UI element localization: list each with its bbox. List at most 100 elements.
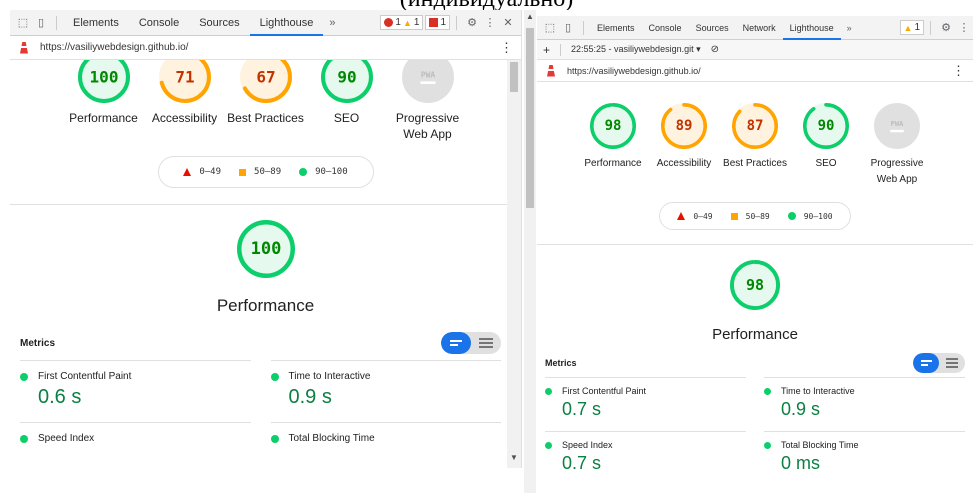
error-icon xyxy=(384,18,394,27)
compact-view-button[interactable] xyxy=(441,332,471,354)
score-gauge[interactable]: 100 xyxy=(236,219,296,279)
performance-gauge: 100 xyxy=(236,219,296,284)
score-gauge[interactable]: 71 xyxy=(158,60,212,104)
scroll-down-arrow-icon[interactable]: ▼ xyxy=(510,453,518,462)
issues-badge[interactable]: 1 xyxy=(425,15,450,30)
report-menu-icon[interactable]: ⋮ xyxy=(952,63,965,79)
toolbar-divider xyxy=(56,15,57,30)
report-scrollbar[interactable]: ▼ xyxy=(507,60,521,468)
tab-sources[interactable]: Sources xyxy=(689,16,736,40)
category-label: SEO xyxy=(815,158,837,169)
metric-total-blocking-time: Total Blocking Time 0 ms xyxy=(764,431,965,485)
console-counts-badge[interactable]: 1 ▲ 1 xyxy=(380,15,424,30)
gauge-score: 100 xyxy=(89,68,118,87)
expanded-view-button[interactable] xyxy=(471,332,501,354)
metric-speed-index: Speed Index 0.7 s xyxy=(545,431,746,485)
kebab-menu-icon[interactable]: ⋮ xyxy=(955,19,973,37)
pass-dot-icon xyxy=(20,372,28,381)
toolbar-divider xyxy=(560,43,562,56)
metrics-view-toggle[interactable] xyxy=(441,332,501,354)
devtools-tabbar: ⬚ ▯ Elements Console Sources Lighthouse … xyxy=(10,10,521,36)
toolbar-divider xyxy=(456,15,457,30)
category-gauges: 98 Performance 89 Accessibility 87 Best Pract… xyxy=(537,102,973,188)
score-gauge[interactable]: PWA xyxy=(873,102,921,150)
fail-triangle-icon xyxy=(183,168,192,176)
more-tabs-button[interactable]: » xyxy=(841,23,858,33)
score-gauge[interactable]: 98 xyxy=(729,259,781,311)
tab-sources[interactable]: Sources xyxy=(189,10,249,36)
inspect-element-icon[interactable]: ⬚ xyxy=(541,19,559,37)
legend-average: 50–89 xyxy=(730,212,770,221)
pass-dot-icon xyxy=(545,441,552,449)
category-label: Performance xyxy=(69,111,138,125)
report-content: 100 Performance 71 Accessibility 67 Best Prac… xyxy=(10,60,521,468)
close-icon[interactable]: ✕ xyxy=(499,14,517,32)
tab-lighthouse[interactable]: Lighthouse xyxy=(249,10,324,36)
warning-count: 1 xyxy=(413,17,420,28)
metric-value: 0.6 s xyxy=(38,386,82,408)
category-progressive-web-app[interactable]: PWA Progressive Web App xyxy=(387,60,468,142)
pass-dot-icon xyxy=(20,434,28,443)
metrics-title: Metrics xyxy=(20,337,56,349)
score-gauge[interactable]: PWA xyxy=(401,60,455,104)
category-performance[interactable]: 100 Performance xyxy=(63,60,144,142)
new-report-plus-icon[interactable]: + xyxy=(543,43,550,57)
expanded-view-button[interactable] xyxy=(939,353,965,373)
report-url[interactable]: https://vasiliywebdesign.github.io/ xyxy=(40,42,188,53)
gear-icon[interactable]: ⚙ xyxy=(463,14,481,32)
gauge-score: PWA xyxy=(420,70,435,79)
warnings-badge[interactable]: ▲ 1 xyxy=(899,20,924,35)
tab-lighthouse[interactable]: Lighthouse xyxy=(782,16,841,40)
legend-pass: 90–100 xyxy=(299,167,348,177)
more-tabs-button[interactable]: » xyxy=(323,17,341,29)
category-label: Accessibility xyxy=(656,158,712,169)
tab-elements[interactable]: Elements xyxy=(590,16,642,40)
legend-fail: 0–49 xyxy=(677,212,713,221)
tab-elements[interactable]: Elements xyxy=(63,10,129,36)
tab-network[interactable]: Network xyxy=(736,16,783,40)
gauge-background xyxy=(401,60,454,103)
gauge-score: 98 xyxy=(605,118,622,134)
device-toolbar-icon[interactable]: ▯ xyxy=(559,19,577,37)
warning-icon: ▲ xyxy=(903,22,913,33)
kebab-menu-icon[interactable]: ⋮ xyxy=(481,14,499,32)
category-accessibility[interactable]: 89 Accessibility xyxy=(649,102,720,188)
device-toolbar-icon[interactable]: ▯ xyxy=(32,14,50,32)
metrics-view-toggle[interactable] xyxy=(913,353,965,373)
scrollbar-thumb[interactable] xyxy=(526,28,534,208)
compact-view-button[interactable] xyxy=(913,353,939,373)
right-devtools-panel: ⬚ ▯ Elements Console Sources Network Lig… xyxy=(537,10,973,493)
category-performance[interactable]: 98 Performance xyxy=(578,102,649,188)
report-select[interactable]: 22:55:25 - vasiliywebdesign.git ▾ xyxy=(571,44,701,55)
category-accessibility[interactable]: 71 Accessibility xyxy=(144,60,225,142)
category-progressive-web-app[interactable]: PWA Progressive Web App xyxy=(862,102,933,188)
score-gauge[interactable]: 90 xyxy=(802,102,850,150)
clear-reports-icon[interactable]: ⊘ xyxy=(711,44,719,55)
score-gauge[interactable]: 67 xyxy=(239,60,293,104)
gauge-score: 100 xyxy=(250,239,281,259)
pass-dot-icon xyxy=(270,372,279,381)
page-scrollbar[interactable]: ▲ xyxy=(524,10,536,493)
gear-icon[interactable]: ⚙ xyxy=(937,19,955,37)
category-seo[interactable]: 90 SEO xyxy=(791,102,862,188)
gauge-score: PWA xyxy=(891,120,904,128)
report-menu-icon[interactable]: ⋮ xyxy=(500,40,513,56)
report-url[interactable]: https://vasiliywebdesign.github.io/ xyxy=(567,66,701,76)
section-divider xyxy=(537,244,973,245)
category-best-practices[interactable]: 67 Best Practices xyxy=(225,60,306,142)
scrollbar-thumb[interactable] xyxy=(510,62,518,92)
category-label: Accessibility xyxy=(151,111,218,125)
tab-console[interactable]: Console xyxy=(129,10,189,36)
inspect-element-icon[interactable]: ⬚ xyxy=(14,14,32,32)
score-gauge[interactable]: 89 xyxy=(660,102,708,150)
category-seo[interactable]: 90 SEO xyxy=(306,60,387,142)
scroll-up-arrow-icon[interactable]: ▲ xyxy=(526,12,534,21)
score-gauge[interactable]: 87 xyxy=(731,102,779,150)
category-label: Best Practices xyxy=(227,111,304,125)
score-gauge[interactable]: 90 xyxy=(320,60,374,104)
issues-icon xyxy=(429,18,439,27)
category-best-practices[interactable]: 87 Best Practices xyxy=(720,102,791,188)
score-gauge[interactable]: 100 xyxy=(77,60,131,104)
score-gauge[interactable]: 98 xyxy=(589,102,637,150)
tab-console[interactable]: Console xyxy=(642,16,689,40)
